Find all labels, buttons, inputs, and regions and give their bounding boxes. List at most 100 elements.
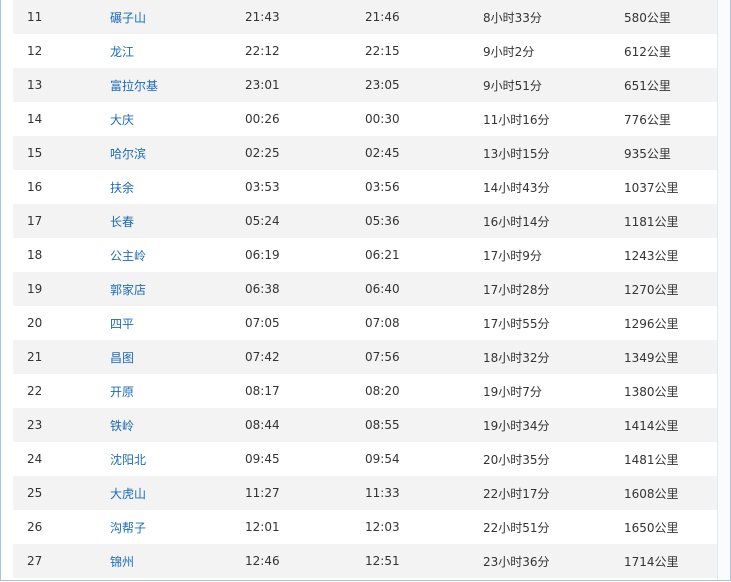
table-row: 12 龙江 22:12 22:15 9小时2分 612公里	[13, 34, 718, 68]
station-name-cell: 公主岭	[110, 238, 245, 272]
table-row: 27 锦州 12:46 12:51 23小时36分 1714公里	[13, 544, 718, 578]
station-name-cell: 扶余	[110, 170, 245, 204]
station-name-cell: 长春	[110, 204, 245, 238]
departure-time: 06:21	[365, 238, 483, 272]
station-number: 22	[13, 374, 110, 408]
departure-time: 02:45	[365, 136, 483, 170]
distance: 1270公里	[624, 272, 718, 306]
table-row: 14 大庆 00:26 00:30 11小时16分 776公里	[13, 102, 718, 136]
station-link[interactable]: 沟帮子	[110, 521, 146, 535]
distance: 1714公里	[624, 544, 718, 578]
station-timetable: 11 碾子山 21:43 21:46 8小时33分 580公里 12 龙江 22…	[13, 0, 718, 578]
station-link[interactable]: 长春	[110, 215, 134, 229]
station-name-cell: 开原	[110, 374, 245, 408]
elapsed-duration: 22小时51分	[483, 510, 624, 544]
departure-time: 07:08	[365, 306, 483, 340]
station-number: 24	[13, 442, 110, 476]
station-name-cell: 龙江	[110, 34, 245, 68]
table-row: 21 昌图 07:42 07:56 18小时32分 1349公里	[13, 340, 718, 374]
station-link[interactable]: 哈尔滨	[110, 147, 146, 161]
distance: 1608公里	[624, 476, 718, 510]
distance: 1296公里	[624, 306, 718, 340]
station-link[interactable]: 开原	[110, 385, 134, 399]
departure-time: 03:56	[365, 170, 483, 204]
arrival-time: 21:43	[245, 0, 365, 34]
station-name-cell: 哈尔滨	[110, 136, 245, 170]
departure-time: 08:20	[365, 374, 483, 408]
arrival-time: 02:25	[245, 136, 365, 170]
table-row: 15 哈尔滨 02:25 02:45 13小时15分 935公里	[13, 136, 718, 170]
arrival-time: 07:42	[245, 340, 365, 374]
elapsed-duration: 9小时51分	[483, 68, 624, 102]
station-name-cell: 沟帮子	[110, 510, 245, 544]
station-number: 19	[13, 272, 110, 306]
station-link[interactable]: 扶余	[110, 181, 134, 195]
departure-time: 08:55	[365, 408, 483, 442]
distance: 1380公里	[624, 374, 718, 408]
elapsed-duration: 19小时7分	[483, 374, 624, 408]
arrival-time: 00:26	[245, 102, 365, 136]
departure-time: 07:56	[365, 340, 483, 374]
arrival-time: 11:27	[245, 476, 365, 510]
station-link[interactable]: 公主岭	[110, 249, 146, 263]
station-link[interactable]: 昌图	[110, 351, 134, 365]
arrival-time: 12:01	[245, 510, 365, 544]
timetable-panel: 11 碾子山 21:43 21:46 8小时33分 580公里 12 龙江 22…	[0, 0, 731, 581]
elapsed-duration: 23小时36分	[483, 544, 624, 578]
distance: 612公里	[624, 34, 718, 68]
station-link[interactable]: 富拉尔基	[110, 79, 158, 93]
departure-time: 12:51	[365, 544, 483, 578]
station-number: 25	[13, 476, 110, 510]
elapsed-duration: 18小时32分	[483, 340, 624, 374]
departure-time: 09:54	[365, 442, 483, 476]
station-link[interactable]: 碾子山	[110, 11, 146, 25]
station-number: 16	[13, 170, 110, 204]
station-name-cell: 昌图	[110, 340, 245, 374]
station-number: 13	[13, 68, 110, 102]
elapsed-duration: 19小时34分	[483, 408, 624, 442]
departure-time: 06:40	[365, 272, 483, 306]
station-link[interactable]: 郭家店	[110, 283, 146, 297]
table-row: 20 四平 07:05 07:08 17小时55分 1296公里	[13, 306, 718, 340]
table-row: 19 郭家店 06:38 06:40 17小时28分 1270公里	[13, 272, 718, 306]
table-row: 23 铁岭 08:44 08:55 19小时34分 1414公里	[13, 408, 718, 442]
departure-time: 11:33	[365, 476, 483, 510]
elapsed-duration: 20小时35分	[483, 442, 624, 476]
station-link[interactable]: 四平	[110, 317, 134, 331]
arrival-time: 07:05	[245, 306, 365, 340]
station-link[interactable]: 铁岭	[110, 419, 134, 433]
station-number: 21	[13, 340, 110, 374]
elapsed-duration: 17小时55分	[483, 306, 624, 340]
arrival-time: 06:38	[245, 272, 365, 306]
departure-time: 23:05	[365, 68, 483, 102]
table-row: 24 沈阳北 09:45 09:54 20小时35分 1481公里	[13, 442, 718, 476]
arrival-time: 23:01	[245, 68, 365, 102]
station-link[interactable]: 龙江	[110, 45, 134, 59]
station-name-cell: 沈阳北	[110, 442, 245, 476]
elapsed-duration: 17小时9分	[483, 238, 624, 272]
arrival-time: 03:53	[245, 170, 365, 204]
station-name-cell: 大虎山	[110, 476, 245, 510]
departure-time: 00:30	[365, 102, 483, 136]
distance: 776公里	[624, 102, 718, 136]
arrival-time: 08:17	[245, 374, 365, 408]
departure-time: 22:15	[365, 34, 483, 68]
table-row: 16 扶余 03:53 03:56 14小时43分 1037公里	[13, 170, 718, 204]
arrival-time: 22:12	[245, 34, 365, 68]
station-name-cell: 大庆	[110, 102, 245, 136]
departure-time: 21:46	[365, 0, 483, 34]
station-link[interactable]: 大庆	[110, 113, 134, 127]
station-number: 18	[13, 238, 110, 272]
right-edge-gutter	[717, 0, 730, 580]
distance: 1349公里	[624, 340, 718, 374]
station-link[interactable]: 沈阳北	[110, 453, 146, 467]
timetable-body: 11 碾子山 21:43 21:46 8小时33分 580公里 12 龙江 22…	[13, 0, 718, 578]
elapsed-duration: 9小时2分	[483, 34, 624, 68]
elapsed-duration: 13小时15分	[483, 136, 624, 170]
station-number: 14	[13, 102, 110, 136]
station-link[interactable]: 大虎山	[110, 487, 146, 501]
table-row: 13 富拉尔基 23:01 23:05 9小时51分 651公里	[13, 68, 718, 102]
station-link[interactable]: 锦州	[110, 555, 134, 569]
station-name-cell: 锦州	[110, 544, 245, 578]
station-number: 20	[13, 306, 110, 340]
